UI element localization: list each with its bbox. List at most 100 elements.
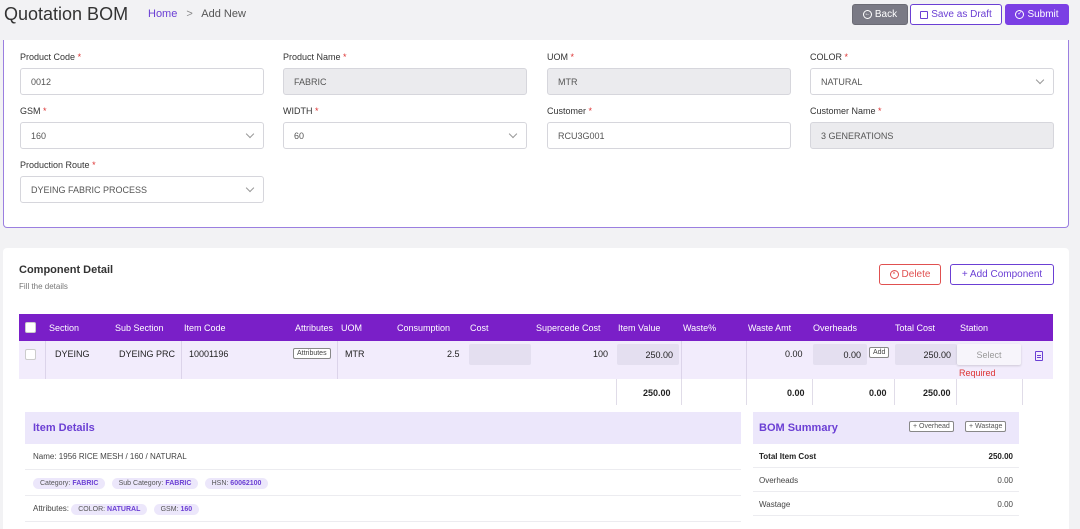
customer-input[interactable]: RCU3G001	[547, 122, 791, 149]
cell-supercede-cost[interactable]: 100	[593, 349, 608, 359]
add-overhead-button[interactable]: Add	[869, 347, 890, 358]
product-code-label: Product Code *	[20, 52, 82, 62]
cell-item-value: 250.00	[617, 344, 679, 365]
add-overhead-summary-button[interactable]: + Overhead	[909, 421, 954, 432]
component-detail-title: Component Detail	[19, 264, 114, 276]
product-name-field: Product Name * FABRIC	[283, 52, 527, 95]
customer-name-label: Customer Name *	[810, 106, 882, 116]
cell-uom: MTR	[345, 349, 365, 359]
category-chip: Category: FABRIC	[33, 478, 106, 489]
add-wastage-button[interactable]: + Wastage	[965, 421, 1007, 432]
breadcrumb-separator: >	[186, 8, 193, 20]
cell-section: DYEING	[55, 349, 90, 359]
customer-field: Customer * RCU3G001	[547, 106, 791, 149]
attributes-button[interactable]: Attributes	[293, 348, 331, 359]
col-item-value: Item Value	[618, 323, 661, 333]
col-cost: Cost	[470, 323, 489, 333]
uom-label: UOM *	[547, 52, 575, 62]
totals-row: 250.00 0.00 0.00 250.00	[19, 379, 1053, 405]
back-button-label: Back	[874, 9, 898, 20]
page-title: Quotation BOM	[4, 4, 129, 24]
submit-label: Submit	[1027, 9, 1059, 20]
item-name-row: Name: 1956 RICE MESH / 160 / NATURAL	[25, 444, 741, 470]
col-sub-section: Sub Section	[115, 323, 164, 333]
customer-label: Customer *	[547, 106, 593, 116]
col-total-cost: Total Cost	[895, 323, 936, 333]
add-component-button[interactable]: + Add Component	[950, 264, 1054, 285]
uom-field: UOM * MTR	[547, 52, 791, 95]
total-total-cost: 250.00	[923, 388, 951, 398]
cell-overheads: 0.00	[813, 344, 867, 365]
chevron-down-icon	[245, 129, 255, 139]
product-form-card: Product Code * 0012 Product Name * FABRI…	[3, 40, 1069, 228]
customer-name-field: Customer Name * 3 GENERATIONS	[810, 106, 1054, 149]
item-details-title: Item Details	[25, 412, 741, 444]
col-waste-pct: Waste%	[683, 323, 717, 333]
col-overheads: Overheads	[813, 323, 858, 333]
save-draft-button[interactable]: Save as Draft	[910, 4, 1002, 25]
bom-wastage-row: Wastage 0.00	[753, 492, 1019, 516]
station-select[interactable]: Select	[957, 344, 1021, 365]
table-header: Section Sub Section Item Code Attributes…	[19, 314, 1053, 341]
chevron-down-icon	[508, 129, 518, 139]
col-section: Section	[49, 323, 80, 333]
check-circle-icon: ✓	[1015, 10, 1025, 19]
station-required-error: Required	[959, 368, 996, 378]
row-checkbox[interactable]	[25, 349, 36, 360]
cell-consumption[interactable]: 2.5	[447, 349, 460, 359]
gsm-field: GSM * 160	[20, 106, 264, 149]
gsm-chip: GSM: 160	[153, 504, 200, 515]
production-route-label: Production Route *	[20, 160, 96, 170]
breadcrumb: Home > Add New	[148, 8, 246, 20]
item-name-value: 1956 RICE MESH / 160 / NATURAL	[58, 452, 187, 461]
table-row: DYEING DYEING PRC 10001196 Attributes MT…	[19, 341, 1053, 379]
bom-summary-title: BOM Summary	[759, 422, 838, 434]
width-label: WIDTH *	[283, 106, 319, 116]
component-detail-card: Component Detail Fill the details × Dele…	[3, 248, 1069, 529]
item-attributes-row: Attributes: COLOR: NATURAL GSM: 160	[25, 496, 741, 522]
bom-summary-panel: BOM Summary + Overhead + Wastage Total I…	[753, 412, 1019, 529]
bom-total-item-cost-row: Total Item Cost 250.00	[753, 444, 1019, 468]
total-overheads: 0.00	[869, 388, 887, 398]
save-draft-label: Save as Draft	[931, 9, 992, 20]
col-consumption: Consumption	[397, 323, 451, 333]
submit-button[interactable]: ✓ Submit	[1005, 4, 1069, 25]
chevron-down-icon	[245, 183, 255, 193]
page-header: Quotation BOM Home > Add New ← Back Save…	[0, 0, 1080, 32]
item-details-panel: Item Details Name: 1956 RICE MESH / 160 …	[25, 412, 741, 529]
gsm-label: GSM *	[20, 106, 47, 116]
cell-total-cost: 250.00	[895, 344, 957, 365]
bom-summary-header: BOM Summary + Overhead + Wastage	[753, 412, 1019, 444]
col-uom: UOM	[341, 323, 362, 333]
product-name-label: Product Name *	[283, 52, 347, 62]
width-select[interactable]: 60	[283, 122, 527, 149]
delete-label: Delete	[901, 269, 931, 280]
color-select[interactable]: NATURAL	[810, 68, 1054, 95]
breadcrumb-home[interactable]: Home	[148, 8, 177, 20]
production-route-field: Production Route * DYEING FABRIC PROCESS	[20, 160, 264, 203]
cell-waste-amt: 0.00	[785, 349, 803, 359]
color-field: COLOR * NATURAL	[810, 52, 1054, 95]
bom-overheads-row: Overheads 0.00	[753, 468, 1019, 492]
delete-circle-icon: ×	[889, 270, 899, 279]
cell-cost[interactable]	[469, 344, 531, 365]
hsn-chip: HSN: 60062100	[204, 478, 269, 489]
gsm-select[interactable]: 160	[20, 122, 264, 149]
delete-button[interactable]: × Delete	[879, 264, 941, 285]
back-button[interactable]: ← Back	[852, 4, 908, 25]
color-label: COLOR *	[810, 52, 849, 62]
chevron-down-icon	[1035, 75, 1045, 85]
sub-category-chip: Sub Category: FABRIC	[111, 478, 199, 489]
select-all-checkbox[interactable]	[25, 322, 36, 333]
save-icon	[920, 10, 929, 19]
production-route-select[interactable]: DYEING FABRIC PROCESS	[20, 176, 264, 203]
document-icon[interactable]	[1035, 351, 1043, 361]
col-supercede-cost: Supercede Cost	[536, 323, 601, 333]
customer-name-input: 3 GENERATIONS	[810, 122, 1054, 149]
product-code-input[interactable]: 0012	[20, 68, 264, 95]
product-name-input: FABRIC	[283, 68, 527, 95]
cell-sub-section[interactable]: DYEING PRC	[119, 349, 175, 359]
cell-item-code[interactable]: 10001196	[189, 349, 228, 359]
width-field: WIDTH * 60	[283, 106, 527, 149]
total-item-value: 250.00	[643, 388, 671, 398]
